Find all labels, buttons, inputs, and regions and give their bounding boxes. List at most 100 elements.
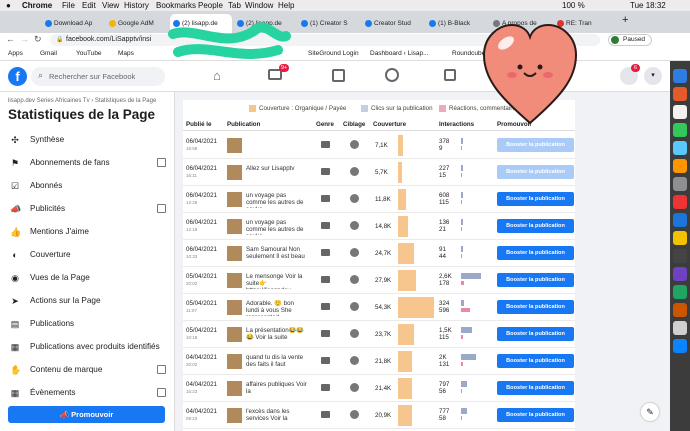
- boost-post-button[interactable]: Booster la publication: [497, 165, 574, 179]
- apple-icon[interactable]: ●: [6, 0, 11, 11]
- compose-message-icon[interactable]: ✎: [641, 403, 659, 421]
- app-icon[interactable]: [673, 339, 687, 353]
- menu-history[interactable]: History: [124, 0, 149, 11]
- post-text[interactable]: un voyage pas comme les autres de souke: [246, 219, 308, 235]
- reload-icon[interactable]: ↻: [34, 34, 42, 45]
- table-row[interactable]: 04/04/2021 09:23 l'excès dans les services…: [183, 402, 575, 429]
- col-couverture[interactable]: Couverture: [373, 118, 406, 131]
- sidebar-item-evenements[interactable]: ▦ Évènements: [8, 383, 168, 403]
- app-icon[interactable]: [673, 231, 687, 245]
- table-row[interactable]: 06/04/2021 16:11 Allez sur Lisapptv 5,7K 227…: [183, 159, 575, 186]
- table-row[interactable]: 04/04/2021 15:23 affaires publiques Voir l…: [183, 375, 575, 402]
- boost-post-button[interactable]: Booster la publication: [497, 246, 574, 260]
- sidebar-item-synthese[interactable]: ✣ Synthèse: [8, 130, 168, 150]
- bookmark-siteground[interactable]: SiteGround Login: [308, 47, 359, 61]
- boost-post-button[interactable]: Booster la publication: [497, 381, 574, 395]
- browser-tab[interactable]: Creator Stud: [362, 14, 424, 33]
- sidebar-item-publications[interactable]: ▤ Publications: [8, 314, 168, 334]
- groups-icon[interactable]: [385, 68, 399, 82]
- col-ciblage[interactable]: Ciblage: [343, 118, 365, 131]
- app-icon[interactable]: [673, 321, 687, 335]
- home-icon[interactable]: ⌂: [213, 68, 221, 83]
- app-icon[interactable]: [673, 285, 687, 299]
- facebook-logo-icon[interactable]: f: [8, 67, 27, 86]
- app-icon[interactable]: [673, 213, 687, 227]
- bookmark-dashboard[interactable]: Dashboard ‹ Lisap...: [370, 47, 429, 61]
- post-thumbnail[interactable]: [227, 138, 242, 153]
- app-icon[interactable]: [673, 195, 687, 209]
- app-icon[interactable]: [673, 177, 687, 191]
- post-thumbnail[interactable]: [227, 408, 242, 423]
- table-row[interactable]: 06/04/2021 12:28 un voyage pas comme les a…: [183, 186, 575, 213]
- post-text[interactable]: Sam Samoural Non seulement Il est beau: [246, 246, 308, 260]
- boost-post-button[interactable]: Booster la publication: [497, 354, 574, 368]
- new-tab-button[interactable]: +: [622, 14, 628, 26]
- menu-people[interactable]: People: [198, 0, 223, 11]
- post-thumbnail[interactable]: [227, 300, 242, 315]
- post-text[interactable]: l'excès dans les services Voir la: [246, 408, 308, 422]
- post-thumbnail[interactable]: [227, 246, 242, 261]
- bookmark-gmail[interactable]: Gmail: [40, 47, 57, 61]
- sidebar-item-abonnes[interactable]: ☑ Abonnés: [8, 176, 168, 196]
- sidebar-item-mentions-jaime[interactable]: 👍 Mentions J'aime: [8, 222, 168, 242]
- menu-help[interactable]: Help: [278, 0, 294, 11]
- col-interactions[interactable]: Interactions: [439, 118, 474, 131]
- browser-tab[interactable]: Download Ap: [42, 14, 104, 33]
- bookmark-youtube[interactable]: YouTube: [76, 47, 102, 61]
- boost-post-button[interactable]: Booster la publication: [497, 327, 574, 341]
- app-icon[interactable]: [673, 141, 687, 155]
- menu-window[interactable]: Window: [245, 0, 273, 11]
- sidebar-item-actions[interactable]: ➤ Actions sur la Page: [8, 291, 168, 311]
- marketplace-icon[interactable]: [332, 69, 345, 82]
- boost-post-button[interactable]: Booster la publication: [497, 300, 574, 314]
- app-icon[interactable]: [673, 267, 687, 281]
- browser-tab[interactable]: (1) Creator S: [298, 14, 360, 33]
- menubar-app[interactable]: Chrome: [22, 0, 52, 11]
- forward-icon[interactable]: →: [20, 34, 29, 44]
- browser-tab[interactable]: (1) B-Black: [426, 14, 488, 33]
- sidebar-item-vues[interactable]: ◉ Vues de la Page: [8, 268, 168, 288]
- post-thumbnail[interactable]: [227, 273, 242, 288]
- post-thumbnail[interactable]: [227, 381, 242, 396]
- post-thumbnail[interactable]: [227, 165, 242, 180]
- boost-post-button[interactable]: Booster la publication: [497, 219, 574, 233]
- menu-view[interactable]: View: [102, 0, 119, 11]
- menu-file[interactable]: File: [62, 0, 75, 11]
- profile-paused-button[interactable]: Paused: [608, 34, 652, 46]
- table-row[interactable]: 06/04/2021 16:58 7,1K 378 9 Booster la public…: [183, 132, 575, 159]
- promote-button[interactable]: 📣 Promouvoir: [8, 406, 165, 423]
- table-row[interactable]: 06/04/2021 10:33 Sam Samoural Non seulemen…: [183, 240, 575, 267]
- post-thumbnail[interactable]: [227, 219, 242, 234]
- post-text[interactable]: affaires publiques Voir la: [246, 381, 308, 395]
- gaming-icon[interactable]: [444, 69, 456, 81]
- table-row[interactable]: 05/04/2021 10:18 La présentation😂😂😂 Voir l…: [183, 321, 575, 348]
- sidebar-item-produits[interactable]: ▦ Publications avec produits identifiés: [8, 337, 168, 357]
- account-menu-icon[interactable]: ▾: [644, 67, 662, 85]
- bookmark-apps[interactable]: Apps: [8, 47, 23, 61]
- col-genre[interactable]: Genre: [316, 118, 334, 131]
- post-thumbnail[interactable]: [227, 192, 242, 207]
- post-text[interactable]: La présentation😂😂😂 Voir la suite: [246, 327, 308, 341]
- table-row[interactable]: 05/04/2021 20:02 Le mensonge Voir la suite…: [183, 267, 575, 294]
- app-icon[interactable]: [673, 249, 687, 263]
- app-icon[interactable]: [673, 87, 687, 101]
- table-row[interactable]: 04/04/2021 20:02 quand tu dis la vente des…: [183, 348, 575, 375]
- post-text[interactable]: quand tu dis la vente des faits il faut: [246, 354, 308, 368]
- calendar-app-icon[interactable]: [673, 105, 687, 119]
- menu-bookmarks[interactable]: Bookmarks: [156, 0, 196, 11]
- col-date[interactable]: Publié le: [186, 118, 211, 131]
- sidebar-item-contenu-marque[interactable]: ✋ Contenu de marque: [8, 360, 168, 380]
- finder-icon[interactable]: [673, 69, 687, 83]
- post-text[interactable]: Allez sur Lisapptv: [246, 165, 308, 172]
- boost-post-button[interactable]: Booster la publication: [497, 192, 574, 206]
- post-thumbnail[interactable]: [227, 327, 242, 342]
- boost-post-button[interactable]: Booster la publication: [497, 273, 574, 287]
- menu-edit[interactable]: Edit: [82, 0, 96, 11]
- messages-icon[interactable]: [673, 123, 687, 137]
- post-thumbnail[interactable]: [227, 354, 242, 369]
- breadcrumb[interactable]: lisapp.dev Series Africaines Tv › Statis…: [8, 98, 156, 104]
- table-row[interactable]: 05/04/2021 11:07 Adorable. 🙂 bon lundi à v…: [183, 294, 575, 321]
- menu-tab[interactable]: Tab: [228, 0, 241, 11]
- post-text[interactable]: un voyage pas comme les autres de souke: [246, 192, 308, 208]
- boost-post-button[interactable]: Booster la publication: [497, 138, 574, 152]
